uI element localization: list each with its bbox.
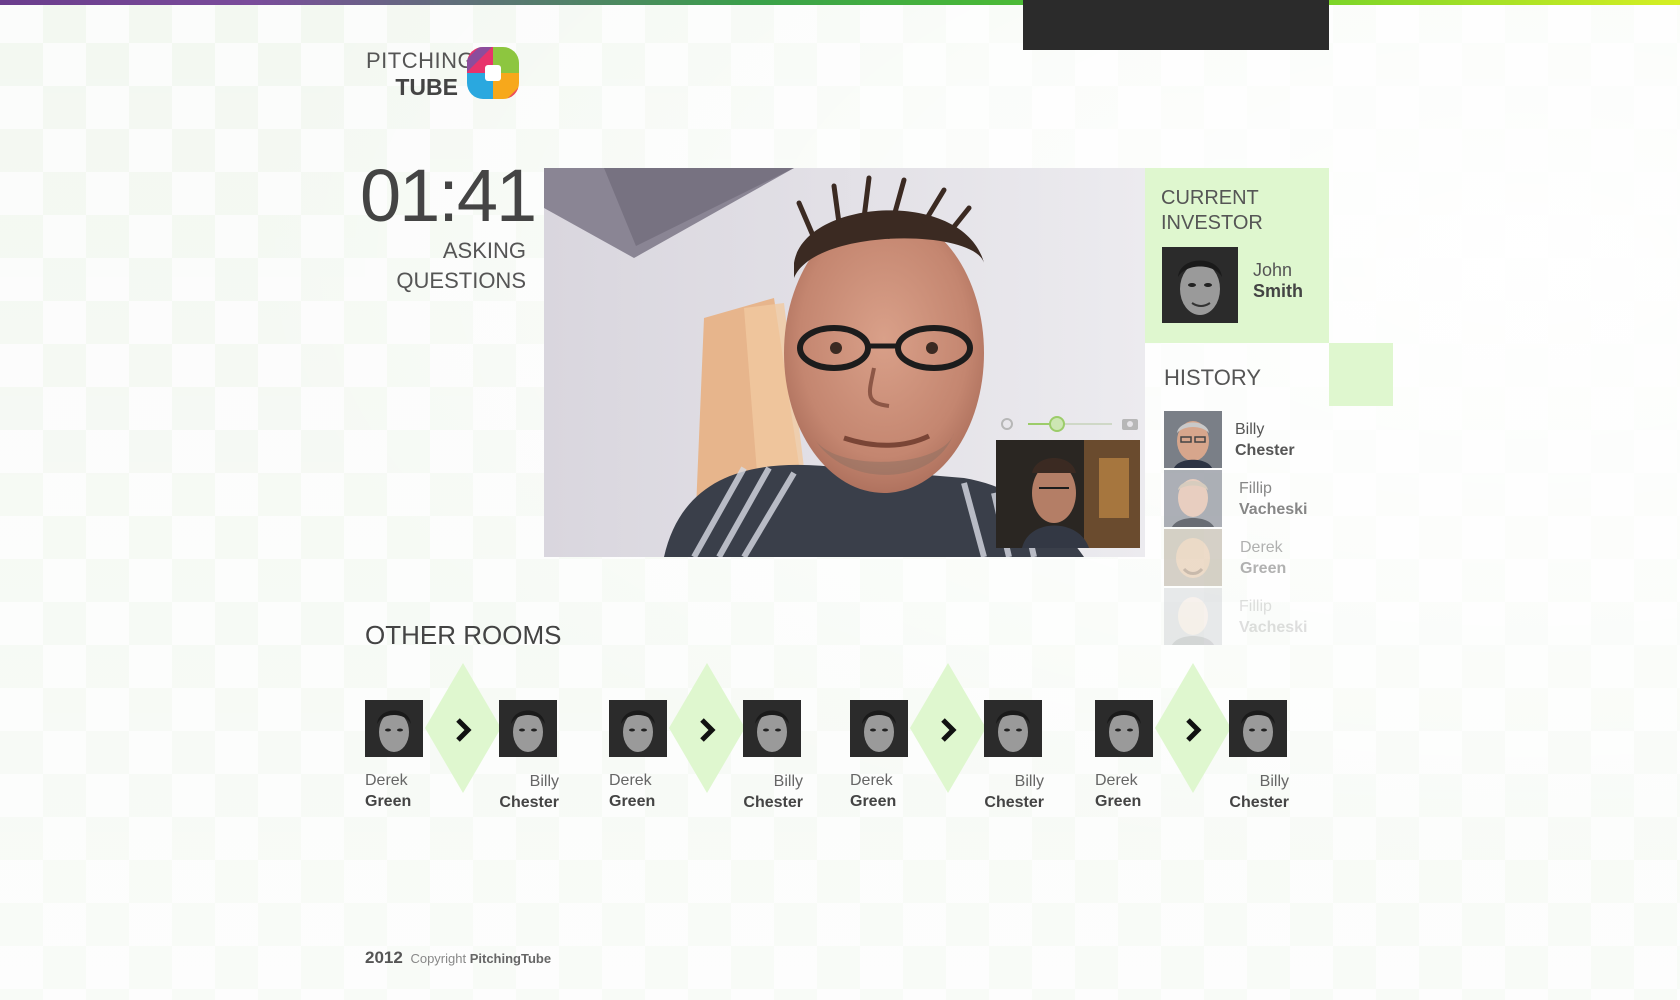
current-investor-title: CURRENT INVESTOR (1161, 186, 1263, 236)
history-avatar (1164, 470, 1222, 527)
investor-name: John Smith (1253, 260, 1303, 302)
history-first-name: Fillip (1239, 480, 1272, 497)
history-panel: HISTORY Billy Chester Fillip Vacheski De… (1145, 343, 1335, 645)
session-status: ASKING QUESTIONS (360, 236, 526, 296)
room-first-name-b: Billy (1014, 773, 1044, 790)
room-first-name-b: Billy (773, 773, 803, 790)
footer: 2012 Copyright PitchingTube (365, 948, 551, 968)
history-avatar (1164, 588, 1222, 645)
history-item[interactable]: Fillip Vacheski (1164, 470, 1344, 527)
room-avatar-b[interactable] (743, 700, 801, 757)
footer-brand-link[interactable]: PitchingTube (470, 951, 551, 966)
room-last-name-b: Chester (499, 794, 559, 811)
history-name: Derek Green (1240, 537, 1286, 579)
room-name-a: Derek Green (1095, 770, 1141, 812)
room-avatar-a[interactable] (850, 700, 908, 757)
history-item[interactable]: Derek Green (1164, 529, 1344, 586)
chevron-right-icon[interactable] (693, 716, 721, 744)
history-title: HISTORY (1164, 365, 1261, 390)
investor-face-image (1162, 247, 1238, 323)
volume-slider-handle[interactable] (1049, 416, 1065, 432)
room-last-name-a: Green (609, 793, 656, 810)
room-first-name-a: Derek (365, 772, 408, 789)
footer-copyright: Copyright (410, 951, 467, 966)
history-avatar (1164, 529, 1222, 586)
room-card[interactable]: Derek Green Billy Chester (609, 663, 805, 813)
room-card[interactable]: Derek Green Billy Chester (850, 663, 1046, 813)
history-first-name: Billy (1235, 421, 1265, 438)
history-name: Billy Chester (1235, 419, 1295, 461)
investor-title-line2: INVESTOR (1161, 212, 1263, 234)
timer-time: 01:41 (360, 154, 537, 237)
investor-title-line1: CURRENT (1161, 187, 1259, 209)
history-first-name: Fillip (1239, 598, 1272, 615)
history-face-image (1164, 411, 1222, 468)
history-name: Fillip Vacheski (1239, 478, 1308, 520)
room-name-b: Billy Chester (499, 771, 559, 813)
other-rooms-title: OTHER ROOMS (365, 620, 562, 650)
room-last-name-a: Green (365, 793, 412, 810)
room-card[interactable]: Derek Green Billy Chester (1095, 663, 1291, 813)
room-last-name-b: Chester (1229, 794, 1289, 811)
investor-last-name: Smith (1253, 281, 1304, 301)
room-last-name-b: Chester (984, 794, 1044, 811)
status-line2: QUESTIONS (396, 268, 526, 293)
history-item[interactable]: Fillip Vacheski (1164, 588, 1344, 645)
room-name-b: Billy Chester (1229, 771, 1289, 813)
logo-text: PITCHING TUBE (366, 48, 476, 100)
main-video-feed[interactable] (544, 168, 1145, 557)
room-avatar-b[interactable] (499, 700, 557, 757)
history-face-image (1164, 529, 1222, 586)
history-last-name: Vacheski (1239, 619, 1308, 636)
history-face-image (1164, 588, 1222, 645)
chevron-right-icon[interactable] (449, 716, 477, 744)
logo-line1: PITCHING (366, 48, 476, 73)
room-name-b: Billy Chester (743, 771, 803, 813)
current-investor-card: CURRENT INVESTOR John Smith (1145, 168, 1329, 343)
history-first-name: Derek (1240, 539, 1283, 556)
room-first-name-a: Derek (609, 772, 652, 789)
room-first-name-b: Billy (529, 773, 559, 790)
session-timer: 01:41 ASKING QUESTIONS (360, 154, 537, 296)
decorative-square (1329, 343, 1393, 406)
room-name-a: Derek Green (850, 770, 896, 812)
top-gradient-bar (0, 0, 1680, 5)
room-avatar-a[interactable] (365, 700, 423, 757)
room-first-name-b: Billy (1259, 773, 1289, 790)
history-last-name: Vacheski (1239, 501, 1308, 518)
logo-mark-icon (467, 47, 519, 99)
logo[interactable]: PITCHING TUBE (366, 46, 526, 102)
room-name-a: Derek Green (609, 770, 655, 812)
history-face-image (1164, 470, 1222, 527)
room-avatar-a[interactable] (1095, 700, 1153, 757)
history-item[interactable]: Billy Chester (1164, 411, 1344, 468)
room-last-name-a: Green (1095, 793, 1142, 810)
status-line1: ASKING (442, 238, 526, 263)
room-card[interactable]: Derek Green Billy Chester (365, 663, 561, 813)
investor-first-name: John (1253, 260, 1293, 280)
room-name-a: Derek Green (365, 770, 411, 812)
room-last-name-b: Chester (743, 794, 803, 811)
room-first-name-a: Derek (1095, 772, 1138, 789)
history-avatar (1164, 411, 1222, 468)
history-last-name: Green (1240, 560, 1287, 577)
footer-year: 2012 (365, 948, 403, 967)
room-last-name-a: Green (850, 793, 897, 810)
investor-avatar[interactable] (1162, 247, 1238, 323)
room-avatar-b[interactable] (1229, 700, 1287, 757)
webcam-image (544, 168, 1145, 557)
chevron-right-icon[interactable] (934, 716, 962, 744)
logo-line2: TUBE (395, 74, 458, 100)
chevron-right-icon[interactable] (1179, 716, 1207, 744)
room-avatar-b[interactable] (984, 700, 1042, 757)
history-last-name: Chester (1235, 442, 1295, 459)
history-name: Fillip Vacheski (1239, 596, 1308, 638)
self-view[interactable] (996, 440, 1140, 548)
room-first-name-a: Derek (850, 772, 893, 789)
room-name-b: Billy Chester (984, 771, 1044, 813)
top-dark-panel (1023, 0, 1329, 50)
room-avatar-a[interactable] (609, 700, 667, 757)
